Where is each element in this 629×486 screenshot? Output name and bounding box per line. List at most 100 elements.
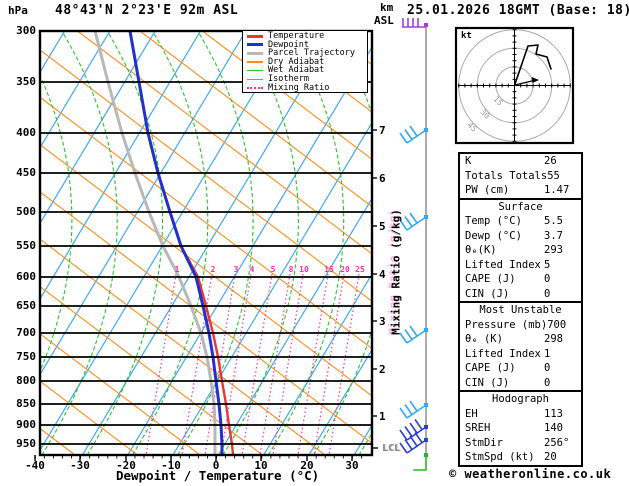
stat-value: 140 [544,422,563,434]
stat-value: 1 [544,347,551,360]
stat-row: PW (cm) 1.47 [460,183,581,198]
stat-value: 55 [547,169,560,182]
pressure-tick-label: 450 [16,166,36,179]
pressure-tick-label: 300 [16,24,36,37]
stat-value: 0 [544,273,551,285]
stat-value: 26 [544,155,557,167]
pressure-tick-label: 650 [16,299,36,312]
section-title: Hodograph [492,393,549,405]
stat-row: Pressure (mb) 700 [460,318,581,333]
stat-label: CAPE (J) [465,362,516,374]
stat-row: θₑ(K) 293 [460,243,581,258]
stat-label: Lifted Index [465,347,541,360]
stat-label: Totals Totals [465,169,548,182]
dewpoint-line-sample [247,43,263,47]
asl-unit-label: ASL [374,14,394,27]
pressure-tick-label: 500 [16,205,36,218]
stat-label: CAPE (J) [465,273,516,285]
km-unit-label: km [380,1,394,14]
km-tick-label: 6 [379,172,386,185]
pressure-tick-label: 750 [16,350,36,363]
temp-tick-label: -30 [70,459,90,472]
stat-value: 113 [544,407,563,420]
mixing-ratio-value-label: 5 [270,265,276,274]
pressure-tick-label: 350 [16,75,36,88]
x-axis-label: Dewpoint / Temperature (°C) [116,468,320,483]
legend-box: Temperature Dewpoint Parcel Trajectory D… [242,30,368,93]
temp-tick-label: 30 [345,459,359,472]
stat-label: Pressure (mb) [465,318,548,331]
km-tick-label: 2 [379,363,386,376]
stat-row: Totals Totals 55 [460,169,581,184]
mixing-ratio-line-sample [247,86,263,89]
stat-label: θₑ(K) [465,244,497,256]
stats-section-hodograph: Hodograph EH 113 SREH 140 StmDir 256° StmSp… [460,390,581,465]
section-title: Most Unstable [479,304,562,316]
temp-tick-label: -40 [25,459,45,472]
pressure-tick-label: 900 [16,418,36,431]
stat-value: 1.47 [544,184,570,196]
hodograph-unit-label: kt [461,31,472,41]
stat-value: 256° [544,436,570,449]
pressure-unit-label: hPa [8,4,28,17]
parcel-line-sample [247,51,263,55]
stat-row: Lifted Index 5 [460,258,581,273]
stat-value: 5.5 [544,215,563,227]
stat-label: K [465,155,472,167]
km-tick-label: 3 [379,315,386,328]
stat-row: CIN (J) 0 [460,376,581,391]
stat-value: 700 [547,318,567,331]
pressure-tick-label: 550 [16,239,36,252]
stat-label: EH [465,407,478,420]
stats-section-surface: Surface Temp (°C) 5.5 Dewp (°C) 3.7 θₑ(K) 2… [460,197,581,302]
stat-row: θₑ (K) 298 [460,332,581,347]
stat-row: StmSpd (kt) 20 [460,450,581,465]
pressure-tick-label: 400 [16,126,36,139]
stat-row: CIN (J) 0 [460,287,581,302]
stat-label: Lifted Index [465,258,541,271]
stat-value: 298 [544,333,563,345]
stat-row: CAPE (J) 0 [460,361,581,376]
stat-label: CIN (J) [465,287,510,300]
mixing-ratio-value-label: 1 [174,265,180,274]
pressure-tick-label: 950 [16,437,36,450]
stat-value: 0 [544,362,551,374]
mixing-ratio-axis-label: Mixing Ratio (g/kg) [389,209,403,335]
stat-row: EH 113 [460,407,581,422]
stat-label: Dewp (°C) [465,229,522,242]
stat-value: 0 [544,376,551,389]
stat-row: Lifted Index 1 [460,347,581,362]
credit-watermark: © weatheronline.co.uk [449,467,612,481]
stat-value: 5 [544,258,551,271]
stats-panel: K 26 Totals Totals 55 PW (cm) 1.47 Surface … [458,152,583,467]
stat-label: CIN (J) [465,376,510,389]
stat-row: CAPE (J) 0 [460,272,581,287]
stat-label: θₑ (K) [465,333,503,345]
isotherm-line-sample [247,78,263,81]
stat-row: Temp (°C) 5.5 [460,214,581,229]
mixing-ratio-value-label: 10 [299,265,309,274]
dry-adiabat-line-sample [247,61,263,63]
km-tick-label: 1 [379,410,386,423]
section-title: Surface [498,200,543,213]
legend-item-mixing-ratio: Mixing Ratio [247,83,367,93]
stat-value: 20 [544,451,557,463]
stat-label: PW (cm) [465,184,510,196]
stat-label: SREH [465,422,491,434]
km-tick-label: 5 [379,220,386,233]
stat-row: K 26 [460,154,581,169]
mixing-ratio-value-label: 25 [355,265,365,274]
mixing-ratio-value-label: 2 [210,265,216,274]
stat-row: Dewp (°C) 3.7 [460,229,581,244]
pressure-tick-label: 850 [16,397,36,410]
stat-row: StmDir 256° [460,436,581,451]
skewt-sounding-app: hPa 48°43'N 2°23'E 92m ASL km ASL 25.01.… [0,0,629,486]
stat-value: 3.7 [544,229,563,242]
mixing-ratio-value-label: 4 [249,265,255,274]
stat-label: StmDir [465,436,503,449]
pressure-tick-label: 700 [16,326,36,339]
km-tick-label: 4 [379,268,386,281]
wet-adiabat-line-sample [247,69,263,72]
pressure-tick-label: 600 [16,270,36,283]
stats-section-indices: K 26 Totals Totals 55 PW (cm) 1.47 [460,154,581,198]
